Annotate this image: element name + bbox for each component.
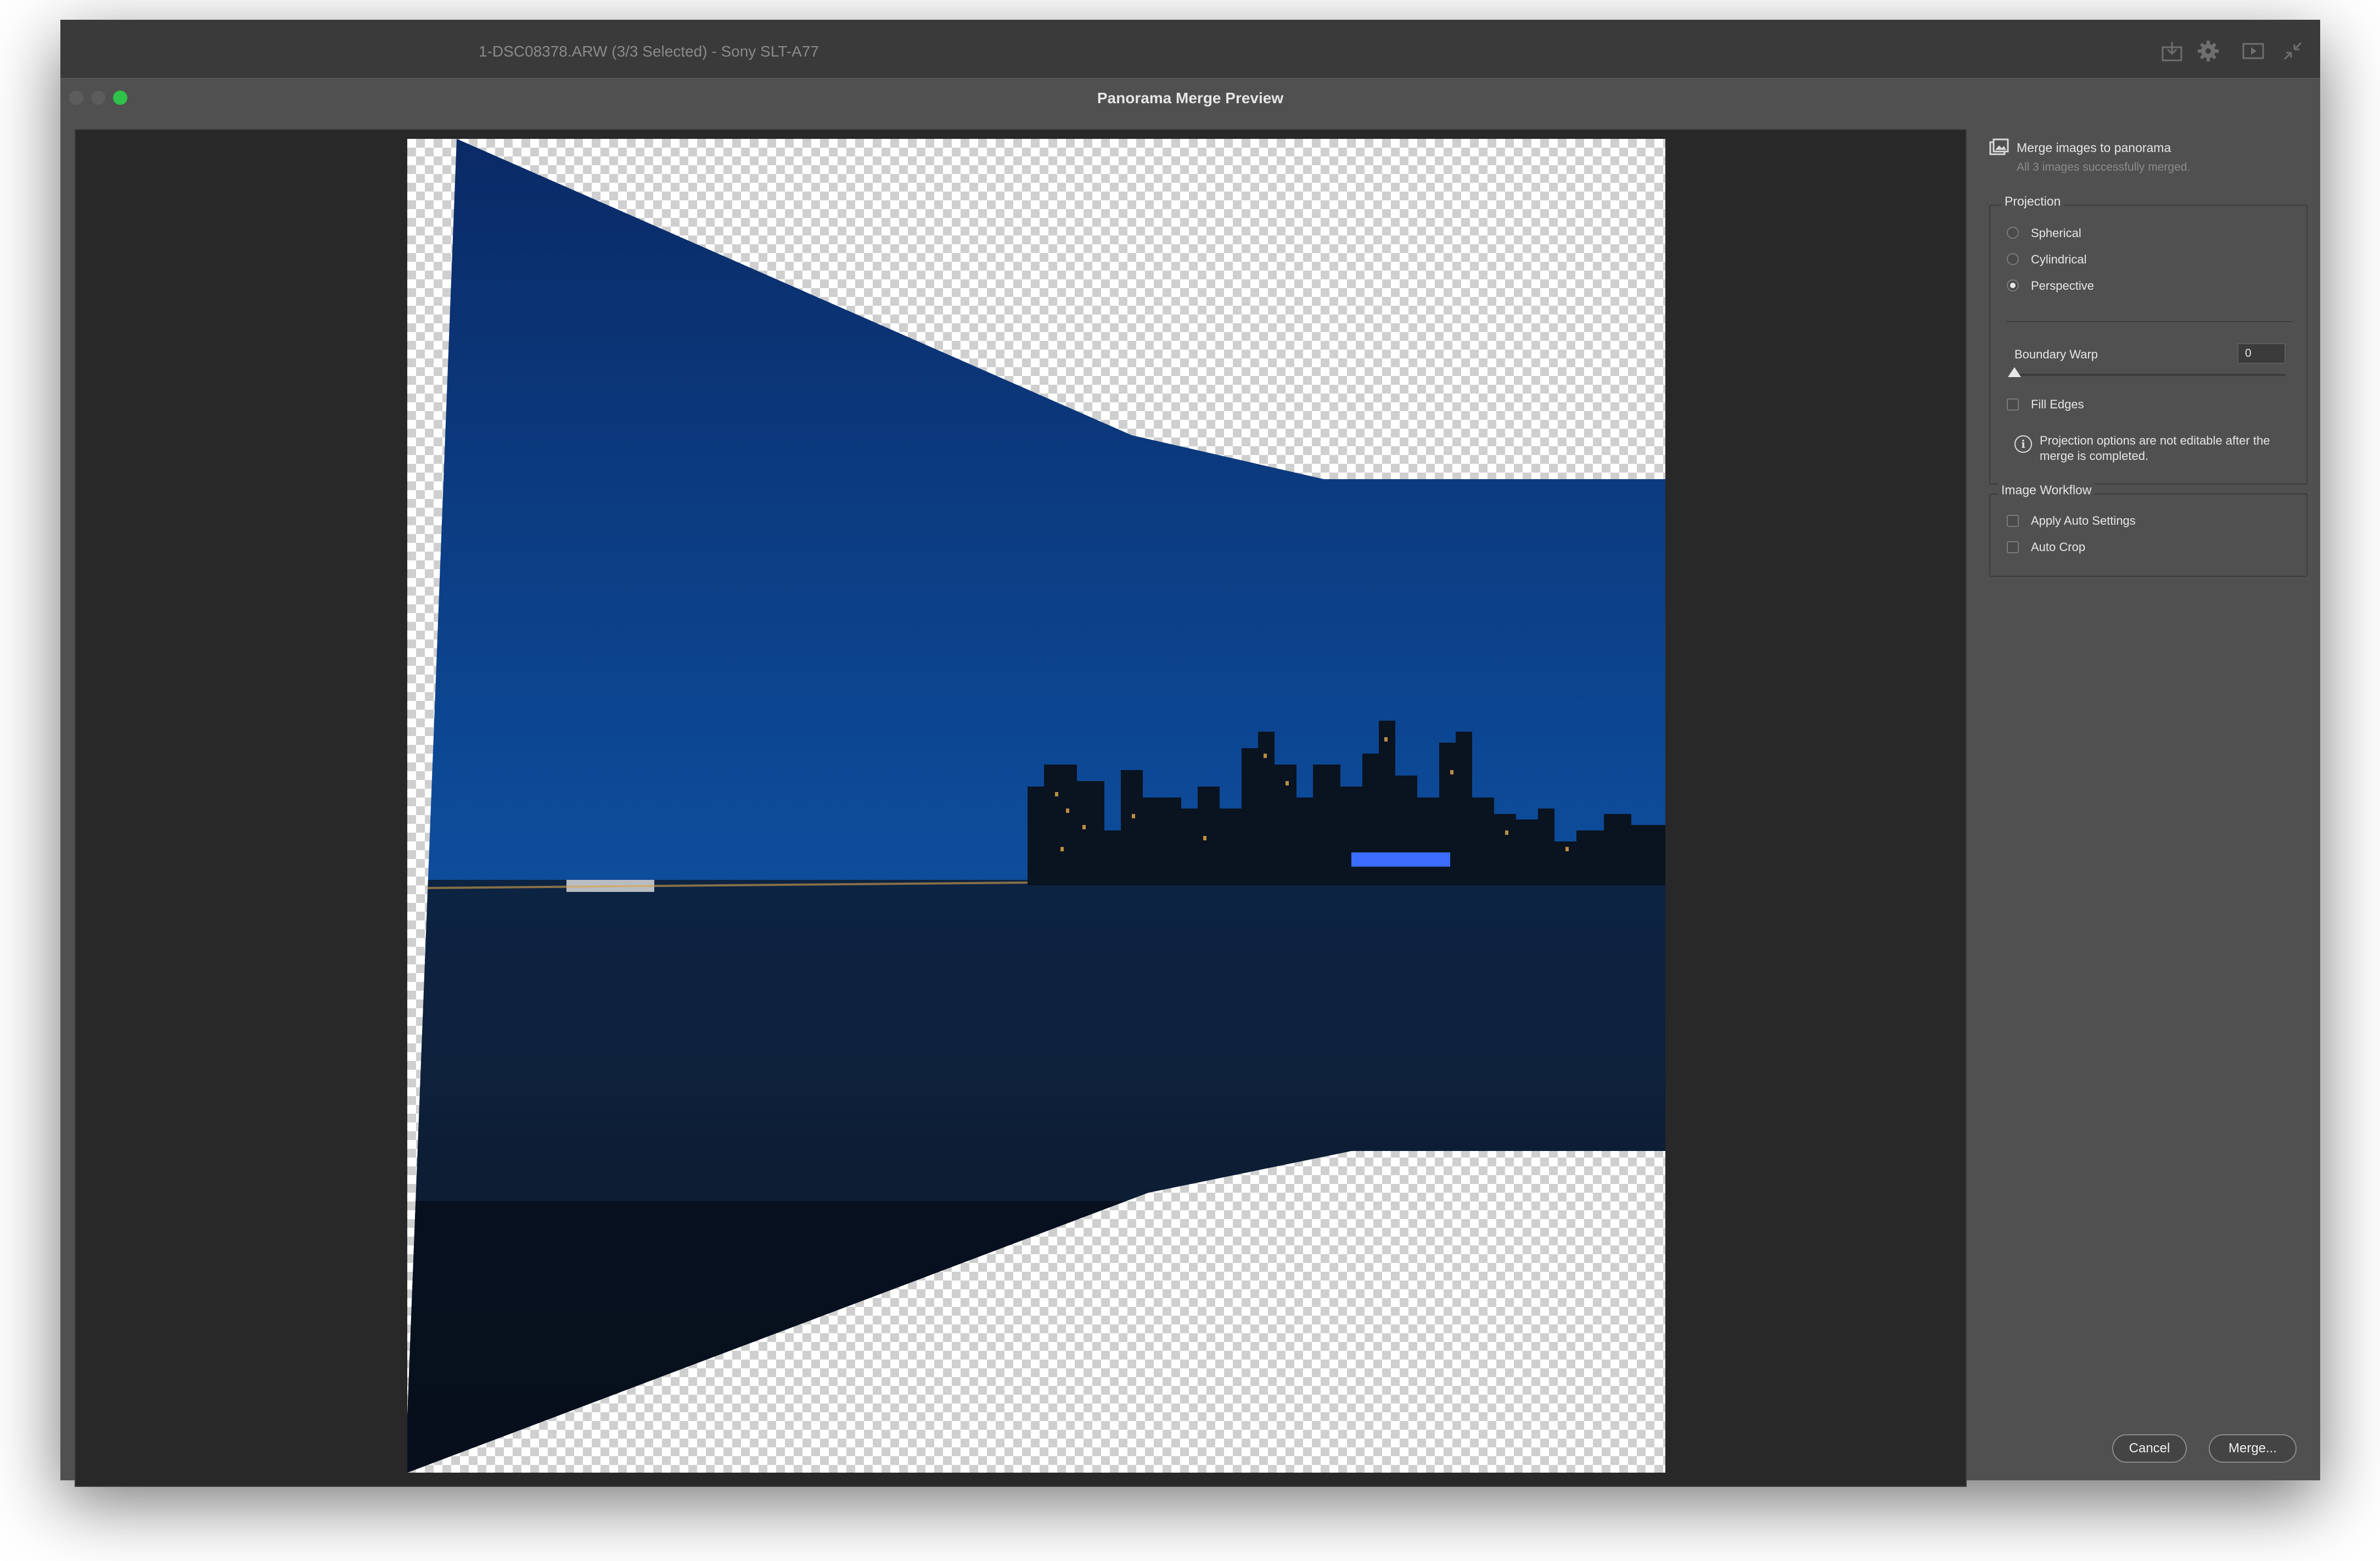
boundary-warp-label: Boundary Warp bbox=[2014, 347, 2098, 361]
fill-edges-label: Fill Edges bbox=[2031, 397, 2084, 411]
panel-title: Merge images to panorama bbox=[2017, 141, 2171, 155]
panorama-icon bbox=[1989, 138, 2009, 155]
export-icon[interactable] bbox=[2159, 38, 2185, 64]
preview-area bbox=[75, 129, 1967, 1487]
panorama-merge-dialog: Panorama Merge Preview Merge images to p… bbox=[60, 78, 2320, 1487]
projection-group: Projection Spherical Cylindrical Perspec… bbox=[1989, 194, 2308, 485]
apply-auto-settings-label: Apply Auto Settings bbox=[2031, 514, 2136, 527]
boundary-warp-input[interactable]: 0 bbox=[2237, 343, 2286, 364]
cylindrical-radio[interactable] bbox=[2007, 253, 2019, 265]
panorama-preview-canvas bbox=[407, 139, 1665, 1473]
merge-button[interactable]: Merge... bbox=[2209, 1434, 2297, 1463]
image-workflow-group-title: Image Workflow bbox=[1998, 482, 2095, 498]
image-workflow-group: Image Workflow Apply Auto Settings Auto … bbox=[1989, 482, 2308, 577]
gear-icon[interactable] bbox=[2196, 38, 2221, 64]
auto-crop-checkbox[interactable] bbox=[2007, 541, 2019, 553]
projection-info-text: Projection options are not editable afte… bbox=[2040, 434, 2270, 463]
panorama-preview-image bbox=[407, 139, 1665, 1473]
spherical-radio[interactable] bbox=[2007, 227, 2019, 239]
boundary-warp-slider[interactable] bbox=[2014, 374, 2286, 376]
cylindrical-label: Cylindrical bbox=[2031, 252, 2087, 266]
merge-status-text: All 3 images successfully merged. bbox=[2017, 161, 2191, 173]
collapse-icon[interactable] bbox=[2280, 38, 2305, 64]
slideshow-icon[interactable] bbox=[2241, 38, 2266, 64]
auto-crop-label: Auto Crop bbox=[2031, 540, 2086, 554]
apply-auto-settings-checkbox[interactable] bbox=[2007, 515, 2019, 527]
perspective-label: Perspective bbox=[2031, 279, 2094, 293]
dialog-title: Panorama Merge Preview bbox=[1097, 89, 1284, 106]
fill-edges-checkbox[interactable] bbox=[2007, 398, 2019, 411]
spherical-label: Spherical bbox=[2031, 226, 2081, 240]
photo-context-label: 1-DSC08378.ARW (3/3 Selected) - Sony SLT… bbox=[479, 43, 819, 60]
perspective-radio[interactable] bbox=[2007, 279, 2019, 291]
info-icon: i bbox=[2014, 435, 2032, 453]
projection-divider bbox=[2007, 321, 2292, 322]
app-window: 1-DSC08378.ARW (3/3 Selected) - Sony SLT… bbox=[60, 20, 2320, 1487]
projection-group-title: Projection bbox=[2001, 194, 2064, 209]
app-header: 1-DSC08378.ARW (3/3 Selected) - Sony SLT… bbox=[60, 20, 2320, 83]
cancel-button[interactable]: Cancel bbox=[2112, 1434, 2187, 1463]
boundary-warp-slider-thumb[interactable] bbox=[2008, 367, 2021, 377]
merge-options-panel: Merge images to panorama All 3 images su… bbox=[1982, 129, 2311, 1485]
